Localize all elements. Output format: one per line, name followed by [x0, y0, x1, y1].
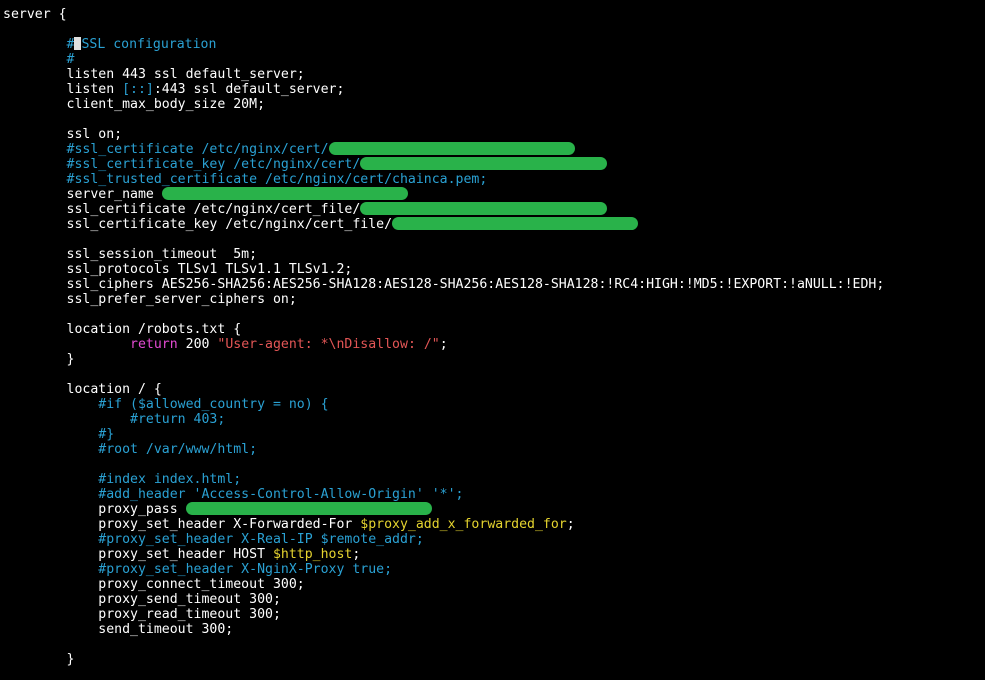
code-line: location / { — [3, 382, 983, 397]
code-token: SSL configuration — [81, 37, 217, 52]
code-line: #ssl_certificate /etc/nginx/cert/ — [3, 142, 983, 157]
code-token: # — [3, 52, 75, 67]
code-line: proxy_send_timeout 300; — [3, 592, 983, 607]
code-token: :443 ssl default_server; — [153, 82, 345, 97]
code-line: #add_header 'Access-Control-Allow-Origin… — [3, 487, 983, 502]
code-token: } — [3, 652, 75, 667]
code-token: send_timeout 300; — [3, 622, 234, 637]
code-token: proxy_send_timeout 300; — [3, 592, 281, 607]
code-line: #root /var/www/html; — [3, 442, 983, 457]
code-line: #} — [3, 427, 983, 442]
code-token: #return 403; — [3, 412, 226, 427]
code-token: return — [130, 337, 178, 352]
code-token: $proxy_add_x_forwarded_for — [360, 517, 567, 532]
code-token: proxy_connect_timeout 300; — [3, 577, 305, 592]
code-line: #proxy_set_header X-NginX-Proxy true; — [3, 562, 983, 577]
code-token: #root /var/www/html; — [3, 442, 258, 457]
code-line: proxy_set_header X-Forwarded-For $proxy_… — [3, 517, 983, 532]
code-token: server { — [3, 7, 67, 22]
code-token: #ssl_certificate /etc/nginx/cert/ — [3, 142, 329, 157]
code-token: ssl_protocols TLSv1 TLSv1.1 TLSv1.2; — [3, 262, 353, 277]
code-token: # — [3, 37, 75, 52]
code-token: 200 — [177, 337, 218, 352]
code-line: proxy_pass — [3, 502, 983, 517]
code-line: #ssl_certificate_key /etc/nginx/cert/ — [3, 157, 983, 172]
code-line: listen 443 ssl default_server; — [3, 67, 983, 82]
code-line: ssl_protocols TLSv1 TLSv1.1 TLSv1.2; — [3, 262, 983, 277]
code-line: # — [3, 52, 983, 67]
code-token: #index index.html; — [3, 472, 242, 487]
code-token: proxy_set_header HOST — [3, 547, 273, 562]
code-token: } — [3, 352, 75, 367]
code-token: #proxy_set_header X-Real-IP $remote_addr… — [3, 532, 424, 547]
code-token: ssl_session_timeout 5m; — [3, 247, 258, 262]
redaction-mark — [360, 157, 607, 170]
code-line: } — [3, 652, 983, 667]
code-token: ssl on; — [3, 127, 123, 142]
code-token: proxy_set_header X-Forwarded-For — [3, 517, 361, 532]
code-token: #ssl_certificate_key /etc/nginx/cert/ — [3, 157, 361, 172]
code-token: ssl_prefer_server_ciphers on; — [3, 292, 297, 307]
code-token: location / { — [3, 382, 162, 397]
code-line: client_max_body_size 20M; — [3, 97, 983, 112]
code-line: #proxy_set_header X-Real-IP $remote_addr… — [3, 532, 983, 547]
code-line: #if ($allowed_country = no) { — [3, 397, 983, 412]
code-line: ssl_certificate_key /etc/nginx/cert_file… — [3, 217, 983, 232]
code-line: server_name — [3, 187, 983, 202]
code-token: location /robots.txt { — [3, 322, 242, 337]
code-token: ssl_certificate /etc/nginx/cert_file/ — [3, 202, 361, 217]
code-line: send_timeout 300; — [3, 622, 983, 637]
redaction-mark — [392, 217, 639, 230]
code-token: #if ($allowed_country = no) { — [3, 397, 329, 412]
code-token: "User-agent: *\nDisallow: /" — [217, 337, 440, 352]
code-line: # SSL configuration — [3, 37, 983, 52]
code-token: listen — [3, 82, 123, 97]
code-line: ssl on; — [3, 127, 983, 142]
code-line: listen [::]:443 ssl default_server; — [3, 82, 983, 97]
code-line: location /robots.txt { — [3, 322, 983, 337]
code-line: ssl_certificate /etc/nginx/cert_file/ — [3, 202, 983, 217]
code-token: client_max_body_size 20M; — [3, 97, 266, 112]
code-token: $http_host — [272, 547, 353, 562]
code-token: ; — [566, 517, 575, 532]
code-line: server { — [3, 7, 983, 22]
code-token: #ssl_trusted_certificate /etc/nginx/cert… — [3, 172, 488, 187]
code-line: proxy_set_header HOST $http_host; — [3, 547, 983, 562]
code-line: return 200 "User-agent: *\nDisallow: /"; — [3, 337, 983, 352]
code-line: ssl_prefer_server_ciphers on; — [3, 292, 983, 307]
redaction-mark — [161, 187, 409, 200]
code-token: server_name — [3, 187, 162, 202]
code-line: #ssl_trusted_certificate /etc/nginx/cert… — [3, 172, 983, 187]
code-line: #return 403; — [3, 412, 983, 427]
code-token: listen 443 ssl default_server; — [3, 67, 305, 82]
redaction-mark — [360, 202, 607, 215]
code-line: proxy_read_timeout 300; — [3, 607, 983, 622]
code-token: #add_header 'Access-Control-Allow-Origin… — [3, 487, 464, 502]
code-line: proxy_connect_timeout 300; — [3, 577, 983, 592]
code-line: ssl_session_timeout 5m; — [3, 247, 983, 262]
code-token: #} — [3, 427, 115, 442]
code-line: #index index.html; — [3, 472, 983, 487]
code-token: proxy_pass — [3, 502, 186, 517]
code-token: ssl_ciphers AES256-SHA256:AES256-SHA128:… — [3, 277, 885, 292]
code-token: ; — [352, 547, 361, 562]
code-token: #proxy_set_header X-NginX-Proxy true; — [3, 562, 393, 577]
code-token: ; — [439, 337, 448, 352]
redaction-mark — [328, 142, 575, 155]
code-line: } — [3, 352, 983, 367]
code-token: proxy_read_timeout 300; — [3, 607, 281, 622]
code-line: ssl_ciphers AES256-SHA256:AES256-SHA128:… — [3, 277, 983, 292]
code-token: [::] — [122, 82, 154, 97]
terminal-editor[interactable]: server { # SSL configuration # listen 443… — [3, 7, 983, 667]
redaction-mark — [185, 502, 433, 515]
code-token: ssl_certificate_key /etc/nginx/cert_file… — [3, 217, 393, 232]
